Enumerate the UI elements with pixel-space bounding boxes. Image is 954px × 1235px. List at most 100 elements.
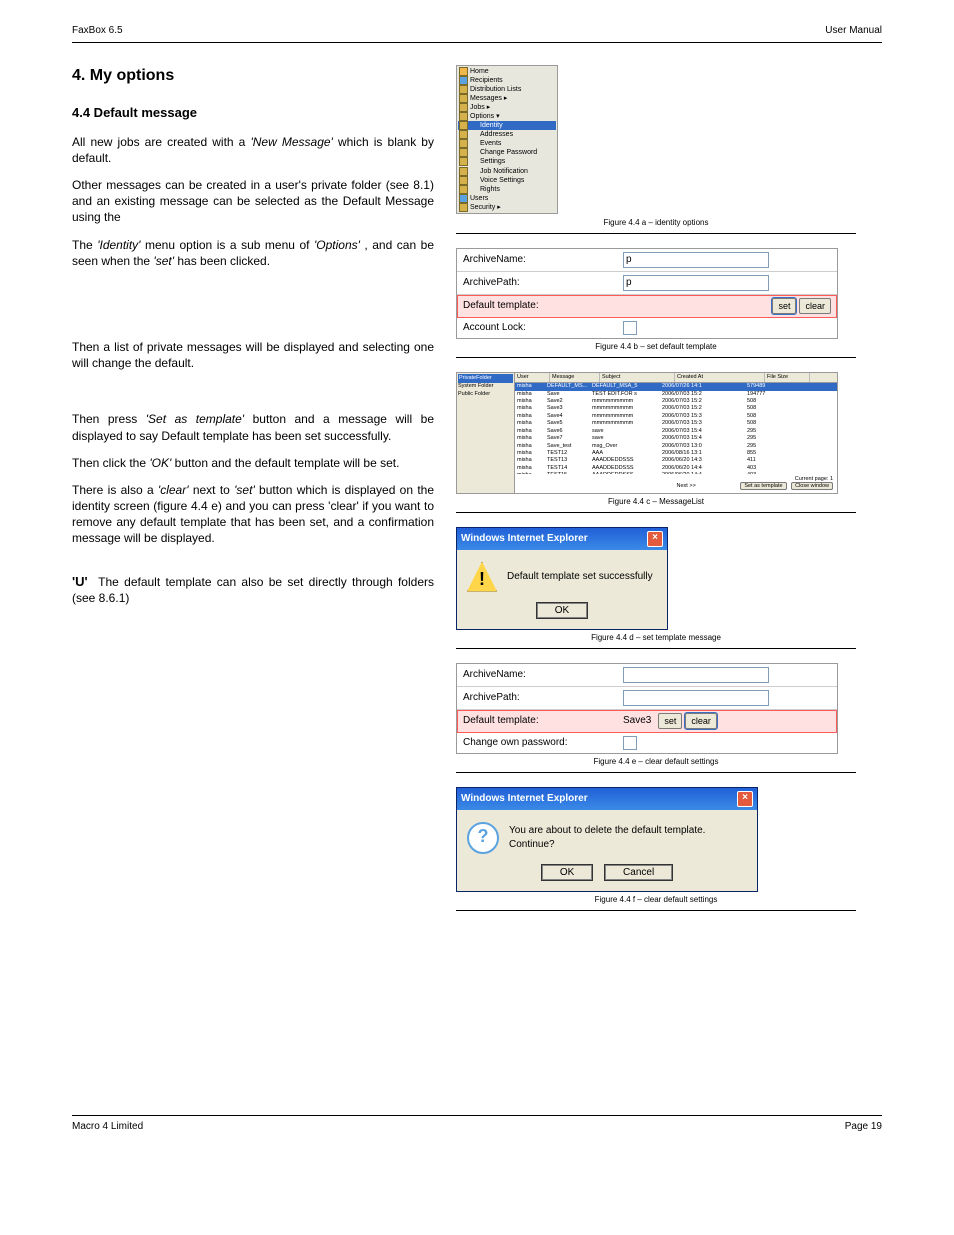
menu-item[interactable]: Job Notification bbox=[458, 167, 556, 176]
cell: 2006/07/03 15:3 bbox=[662, 413, 747, 420]
table-row[interactable]: mishaSave7save2006/07/03 15:4295 bbox=[515, 435, 837, 442]
table-row[interactable]: mishaSave5mmmmmmmmm2006/07/03 15:3508 bbox=[515, 420, 837, 427]
menu-item[interactable]: Voice Settings bbox=[458, 176, 556, 185]
menu-item[interactable]: Recipients bbox=[458, 76, 556, 85]
folder-icon bbox=[459, 121, 468, 130]
set-as-template-button[interactable]: Set as template bbox=[740, 482, 786, 490]
cancel-button[interactable]: Cancel bbox=[604, 864, 673, 882]
col-message[interactable]: Message bbox=[550, 373, 600, 382]
menu-item[interactable]: Events bbox=[458, 139, 556, 148]
quoted-identity: 'Identity' bbox=[97, 238, 140, 252]
change-password-checkbox[interactable] bbox=[623, 736, 637, 750]
table-row[interactable]: mishaSave3mmmmmmmmm2006/07/03 15:2508 bbox=[515, 405, 837, 412]
cell: misha bbox=[517, 465, 547, 472]
cell: TEST14 bbox=[547, 465, 592, 472]
menu-item[interactable]: Rights bbox=[458, 185, 556, 194]
default-template-value: Save3 bbox=[623, 714, 651, 728]
default-template-label-e: Default template: bbox=[463, 714, 623, 728]
menu-item[interactable]: Identity bbox=[458, 121, 556, 130]
cell: Save3 bbox=[547, 405, 592, 412]
archive-path-input-e[interactable] bbox=[623, 690, 769, 706]
cell: 2006/08/16 13:1 bbox=[662, 450, 747, 457]
cell: misha bbox=[517, 450, 547, 457]
menu-item[interactable]: Security ▸ bbox=[458, 203, 556, 212]
close-icon[interactable]: × bbox=[647, 531, 663, 547]
menu-item[interactable]: Users bbox=[458, 194, 556, 203]
menu-item[interactable]: Options ▾ bbox=[458, 112, 556, 121]
table-row[interactable]: mishaSaveTEST EDIT.FOR s2006/07/03 15:21… bbox=[515, 391, 837, 398]
account-lock-checkbox[interactable] bbox=[623, 321, 637, 335]
menu-item[interactable]: Home bbox=[458, 67, 556, 76]
folder-icon bbox=[459, 85, 468, 94]
cell: msg_Over bbox=[592, 443, 662, 450]
menu-item[interactable]: Messages ▸ bbox=[458, 94, 556, 103]
figure-4-4-f-caption: Figure 4.4 f – clear default settings bbox=[456, 895, 856, 906]
cell: 2006/07/03 15:3 bbox=[662, 420, 747, 427]
close-icon[interactable]: × bbox=[737, 791, 753, 807]
table-row[interactable]: mishaSave2mmmmmmmmm2006/07/03 15:2508 bbox=[515, 398, 837, 405]
cell: 194777 bbox=[747, 391, 787, 398]
archive-name-input[interactable] bbox=[623, 252, 769, 268]
cell: 508 bbox=[747, 413, 787, 420]
menu-item-label: Job Notification bbox=[480, 167, 528, 176]
close-window-button[interactable]: Close window bbox=[791, 482, 833, 490]
menu-item[interactable]: Change Password bbox=[458, 148, 556, 157]
para-6: Then click the 'OK' button and the defau… bbox=[72, 455, 434, 471]
text: next to bbox=[193, 483, 234, 497]
house-icon bbox=[459, 67, 468, 76]
cell: misha bbox=[517, 398, 547, 405]
clear-button-e[interactable]: clear bbox=[685, 713, 717, 729]
para-2: Other messages can be created in a user'… bbox=[72, 177, 434, 226]
clear-button[interactable]: clear bbox=[799, 298, 831, 314]
table-row[interactable]: mishaSave4mmmmmmmmm2006/07/03 15:3508 bbox=[515, 413, 837, 420]
text: button and the default template will be … bbox=[175, 456, 400, 470]
col-subject[interactable]: Subject bbox=[600, 373, 675, 382]
table-row[interactable]: mishaSave_testmsg_Over2006/07/03 13:0295 bbox=[515, 443, 837, 450]
archive-name-label-e: ArchiveName: bbox=[463, 668, 623, 682]
private-folder-header[interactable]: PrivateFolder bbox=[458, 374, 513, 383]
next-page-link[interactable]: Next >> bbox=[677, 483, 696, 489]
set-button-e[interactable]: set bbox=[658, 713, 682, 729]
menu-item[interactable]: Addresses bbox=[458, 130, 556, 139]
cell: 295 bbox=[747, 435, 787, 442]
table-row[interactable]: mishaTEST13AAADDEDDSSS2006/06/20 14:3411 bbox=[515, 457, 837, 464]
cell: misha bbox=[517, 428, 547, 435]
ok-button[interactable]: OK bbox=[536, 602, 588, 620]
table-row[interactable]: mishaTEST12AAA2006/08/16 13:1855 bbox=[515, 450, 837, 457]
cell: 508 bbox=[747, 420, 787, 427]
text: menu option is a sub menu of bbox=[145, 238, 314, 252]
cell: 295 bbox=[747, 428, 787, 435]
col-size[interactable]: File Size bbox=[765, 373, 810, 382]
table-row[interactable]: mishaTEST14AAADDEDDSSS2006/06/20 14:4403 bbox=[515, 465, 837, 472]
public-folder-item[interactable]: Public Folder bbox=[458, 391, 513, 398]
menu-item[interactable]: Jobs ▸ bbox=[458, 103, 556, 112]
cell: Save bbox=[547, 391, 592, 398]
menu-item[interactable]: Settings bbox=[458, 157, 556, 166]
table-row[interactable]: mishaSave6save2006/07/03 15:4295 bbox=[515, 428, 837, 435]
menu-item[interactable]: Distribution Lists bbox=[458, 85, 556, 94]
text: Then click the bbox=[72, 456, 149, 470]
set-button[interactable]: set bbox=[772, 298, 796, 314]
figure-4-4-e-caption: Figure 4.4 e – clear default settings bbox=[456, 757, 856, 768]
archive-path-label: ArchivePath: bbox=[463, 276, 623, 290]
quoted-set: 'set' bbox=[234, 483, 255, 497]
archive-name-input-e[interactable] bbox=[623, 667, 769, 683]
section-number-4: 4. My options bbox=[72, 65, 192, 87]
archive-path-input[interactable] bbox=[623, 275, 769, 291]
cell: misha bbox=[517, 383, 547, 390]
folder-icon bbox=[459, 94, 468, 103]
dialog-d-message: Default template set successfully bbox=[507, 570, 653, 584]
cell: 855 bbox=[747, 450, 787, 457]
cell: AAADDEDDSSS bbox=[592, 465, 662, 472]
col-created[interactable]: Created At bbox=[675, 373, 765, 382]
figure-c-rule bbox=[456, 512, 856, 513]
header-manual: User Manual bbox=[825, 24, 882, 38]
cell: TEST13 bbox=[547, 457, 592, 464]
ok-button[interactable]: OK bbox=[541, 864, 593, 882]
cell: 508 bbox=[747, 398, 787, 405]
menu-item-label: Addresses bbox=[480, 130, 513, 139]
col-user[interactable]: User bbox=[515, 373, 550, 382]
table-row[interactable]: mishaDEFAULT_MS...DEFAULT_MSA_52006/07/2… bbox=[515, 383, 837, 390]
system-folder-item[interactable]: System Folder bbox=[458, 383, 513, 390]
menu-item-label: Users bbox=[470, 194, 488, 203]
